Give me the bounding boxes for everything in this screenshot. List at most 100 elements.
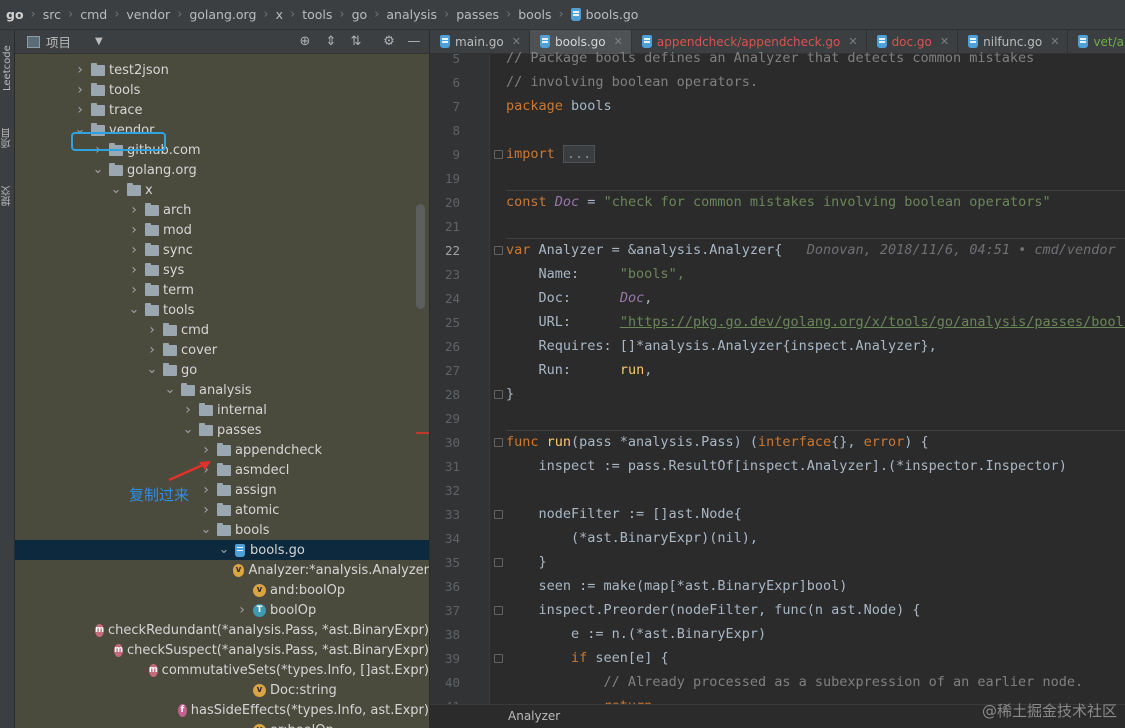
chevron-down-icon[interactable]: ⌄: [163, 383, 177, 396]
code-line[interactable]: 7 package bools: [430, 94, 1125, 118]
code-line[interactable]: 33 nodeFilter := []ast.Node{: [430, 502, 1125, 526]
gear-icon[interactable]: ⚙: [381, 34, 397, 50]
chevron-down-icon[interactable]: ⌄: [109, 183, 123, 196]
tree-item[interactable]: › tools: [15, 80, 429, 100]
tree-item[interactable]: › asmdecl: [15, 460, 429, 480]
tree-item[interactable]: ⌄ x: [15, 180, 429, 200]
breadcrumb-item[interactable]: go: [6, 7, 24, 22]
fold-marker-icon[interactable]: [494, 654, 503, 663]
hide-panel-icon[interactable]: —: [406, 34, 422, 50]
code-line[interactable]: 19: [430, 166, 1125, 190]
project-tool-button[interactable]: 项目: [0, 118, 15, 158]
code-line[interactable]: 30 func run(pass *analysis.Pass) (interfa…: [430, 430, 1125, 454]
tree-item[interactable]: m checkRedundant(*analysis.Pass, *ast.Bin…: [15, 620, 429, 640]
chevron-right-icon[interactable]: ›: [145, 322, 159, 338]
code-line[interactable]: 6 // involving boolean operators.: [430, 70, 1125, 94]
code-line[interactable]: 22 var Analyzer = &analysis.Analyzer{ Don…: [430, 238, 1125, 262]
tree-item[interactable]: ⌄ passes: [15, 420, 429, 440]
collapse-all-icon[interactable]: ⇅: [348, 34, 364, 50]
code-line[interactable]: 24 Doc: Doc,: [430, 286, 1125, 310]
chevron-down-icon[interactable]: ⌄: [199, 523, 213, 536]
breadcrumb-item[interactable]: x: [276, 7, 283, 22]
code-area[interactable]: 5 // Package bools defines an Analyzer th…: [430, 50, 1125, 714]
fold-marker-icon[interactable]: [494, 150, 503, 159]
tree-item[interactable]: ⌄ analysis: [15, 380, 429, 400]
tree-item[interactable]: m commutativeSets(*types.Info, []ast.Expr…: [15, 660, 429, 680]
code-line[interactable]: 8: [430, 118, 1125, 142]
expand-all-icon[interactable]: ⇕: [323, 34, 339, 50]
tree-item[interactable]: › atomic: [15, 500, 429, 520]
fold-marker-icon[interactable]: [494, 438, 503, 447]
tree-item[interactable]: › cover: [15, 340, 429, 360]
breadcrumb-item[interactable]: cmd: [80, 7, 107, 22]
tree-item[interactable]: › sys: [15, 260, 429, 280]
tree-item[interactable]: › sync: [15, 240, 429, 260]
tree-item[interactable]: › TboolOp: [15, 600, 429, 620]
breadcrumb-item[interactable]: src: [43, 7, 61, 22]
tree-item[interactable]: › test2json: [15, 60, 429, 80]
chevron-down-icon[interactable]: ⌄: [91, 163, 105, 176]
chevron-right-icon[interactable]: ›: [127, 282, 141, 298]
tree-item[interactable]: f hasSideEffects(*types.Info, ast.Expr): [15, 700, 429, 720]
chevron-down-icon[interactable]: ⌄: [127, 303, 141, 316]
code-line[interactable]: 35 }: [430, 550, 1125, 574]
tree-item[interactable]: › term: [15, 280, 429, 300]
tree-item[interactable]: v or:boolOp: [15, 720, 429, 728]
chevron-right-icon[interactable]: ›: [181, 402, 195, 418]
breadcrumb-item[interactable]: tools: [302, 7, 332, 22]
tree-item[interactable]: v Analyzer:*analysis.Analyzer: [15, 560, 429, 580]
code-line[interactable]: 27 Run: run,: [430, 358, 1125, 382]
fold-marker-icon[interactable]: [494, 390, 503, 399]
code-line[interactable]: 34 (*ast.BinaryExpr)(nil),: [430, 526, 1125, 550]
tree-item[interactable]: v Doc:string: [15, 680, 429, 700]
chevron-right-icon[interactable]: ›: [235, 602, 249, 618]
tree-item[interactable]: ⌄ bools.go: [15, 540, 429, 560]
commit-tool-button[interactable]: 提交: [0, 176, 15, 216]
tree-item[interactable]: › appendcheck: [15, 440, 429, 460]
chevron-down-icon[interactable]: ⌄: [145, 363, 159, 376]
chevron-right-icon[interactable]: ›: [199, 502, 213, 518]
fold-marker-icon[interactable]: [494, 510, 503, 519]
fold-marker-icon[interactable]: [494, 558, 503, 567]
chevron-right-icon[interactable]: ›: [127, 262, 141, 278]
chevron-right-icon[interactable]: ›: [127, 202, 141, 218]
code-line[interactable]: 36 seen := make(map[*ast.BinaryExpr]bool…: [430, 574, 1125, 598]
tree-item[interactable]: m checkSuspect(*analysis.Pass, *ast.Binar…: [15, 640, 429, 660]
chevron-right-icon[interactable]: ›: [127, 242, 141, 258]
code-line[interactable]: 40 // Already processed as a subexpressi…: [430, 670, 1125, 694]
code-line[interactable]: 9 import ...: [430, 142, 1125, 166]
code-line[interactable]: 38 e := n.(*ast.BinaryExpr): [430, 622, 1125, 646]
tree-item[interactable]: v and:boolOp: [15, 580, 429, 600]
fold-marker-icon[interactable]: [494, 246, 503, 255]
tree-item[interactable]: ⌄ go: [15, 360, 429, 380]
tree-item[interactable]: › trace: [15, 100, 429, 120]
breadcrumb-item[interactable]: analysis: [386, 7, 437, 22]
chevron-down-icon[interactable]: ⌄: [181, 423, 195, 436]
code-line[interactable]: 37 inspect.Preorder(nodeFilter, func(n a…: [430, 598, 1125, 622]
chevron-right-icon[interactable]: ›: [73, 102, 87, 118]
code-line[interactable]: 20 const Doc = "check for common mistakes…: [430, 190, 1125, 214]
code-line[interactable]: 21: [430, 214, 1125, 238]
code-line[interactable]: 28}: [430, 382, 1125, 406]
code-line[interactable]: 29: [430, 406, 1125, 430]
locate-target-icon[interactable]: ⊕: [297, 34, 313, 50]
fold-marker-icon[interactable]: [494, 606, 503, 615]
code-line[interactable]: 25 URL: "https://pkg.go.dev/golang.org/x…: [430, 310, 1125, 334]
chevron-down-icon[interactable]: ▼: [95, 36, 103, 47]
tree-item[interactable]: › mod: [15, 220, 429, 240]
breadcrumb-item[interactable]: go: [352, 7, 368, 22]
tree-item[interactable]: ⌄ bools: [15, 520, 429, 540]
tree-item[interactable]: › arch: [15, 200, 429, 220]
breadcrumb-item[interactable]: bools.go: [570, 7, 638, 22]
chevron-right-icon[interactable]: ›: [73, 62, 87, 78]
chevron-right-icon[interactable]: ›: [199, 482, 213, 498]
tree-item[interactable]: › assign: [15, 480, 429, 500]
code-line[interactable]: 26 Requires: []*analysis.Analyzer{inspec…: [430, 334, 1125, 358]
code-line[interactable]: 39 if seen[e] {: [430, 646, 1125, 670]
breadcrumb-item[interactable]: golang.org: [189, 7, 256, 22]
tree-item[interactable]: › cmd: [15, 320, 429, 340]
chevron-right-icon[interactable]: ›: [145, 342, 159, 358]
breadcrumb-item[interactable]: vendor: [126, 7, 170, 22]
breadcrumb-item[interactable]: bools: [518, 7, 551, 22]
tree-scrollbar[interactable]: [416, 204, 425, 309]
